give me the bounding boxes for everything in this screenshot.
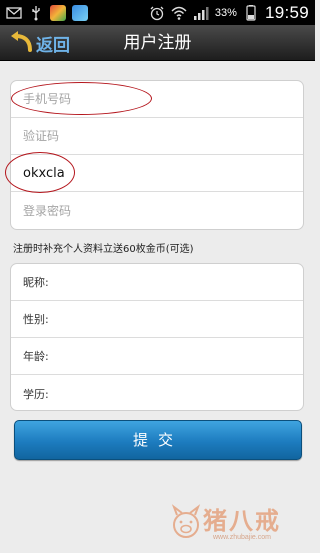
- status-left-icons: [6, 4, 88, 21]
- watermark-title: 猪八戒: [203, 506, 281, 535]
- password-row: [11, 192, 303, 229]
- name-row: [11, 155, 303, 192]
- watermark-logo: 猪八戒 www.zhubajie.com: [169, 501, 309, 549]
- gender-row[interactable]: 性别:: [11, 301, 303, 338]
- profile-form: 昵称: 性别: 年龄: 学历:: [10, 263, 304, 411]
- status-time: 19:59: [264, 2, 309, 22]
- back-label: 返回: [36, 35, 70, 56]
- signal-icon: [193, 5, 209, 21]
- education-row[interactable]: 学历:: [11, 375, 303, 410]
- nickname-row[interactable]: 昵称:: [11, 264, 303, 301]
- age-row[interactable]: 年龄:: [11, 338, 303, 375]
- status-right-icons: 33% 19:59: [149, 3, 309, 23]
- education-label: 学历:: [23, 387, 49, 401]
- bonus-note: 注册时补充个人资料立送60枚金币(可选): [13, 244, 194, 255]
- username-input[interactable]: [23, 155, 303, 191]
- password-input[interactable]: [23, 192, 303, 229]
- age-label: 年龄:: [23, 350, 49, 363]
- phone-row: [11, 81, 303, 118]
- code-row: [11, 118, 303, 155]
- verification-code-input[interactable]: [23, 118, 303, 154]
- app-icon-2: [72, 4, 88, 21]
- title-bar: 返回 用户注册: [0, 25, 315, 61]
- nickname-label: 昵称:: [23, 276, 49, 289]
- back-arrow-icon: [8, 28, 34, 58]
- pig-logo-icon: [171, 504, 201, 538]
- mail-icon: [6, 5, 22, 21]
- alarm-icon: [149, 5, 165, 21]
- wifi-icon: [171, 5, 187, 21]
- watermark-url: www.zhubajie.com: [213, 534, 271, 541]
- registration-form: [10, 80, 304, 230]
- status-bar: 33% 19:59: [0, 0, 315, 25]
- back-button[interactable]: 返回: [8, 28, 70, 58]
- app-icon-1: [50, 4, 66, 21]
- submit-button[interactable]: 提交: [14, 420, 302, 460]
- gender-label: 性别:: [23, 313, 49, 326]
- battery-percent: 33%: [214, 6, 237, 19]
- phone-input[interactable]: [23, 81, 303, 117]
- usb-icon: [28, 5, 44, 21]
- battery-icon: [243, 4, 259, 21]
